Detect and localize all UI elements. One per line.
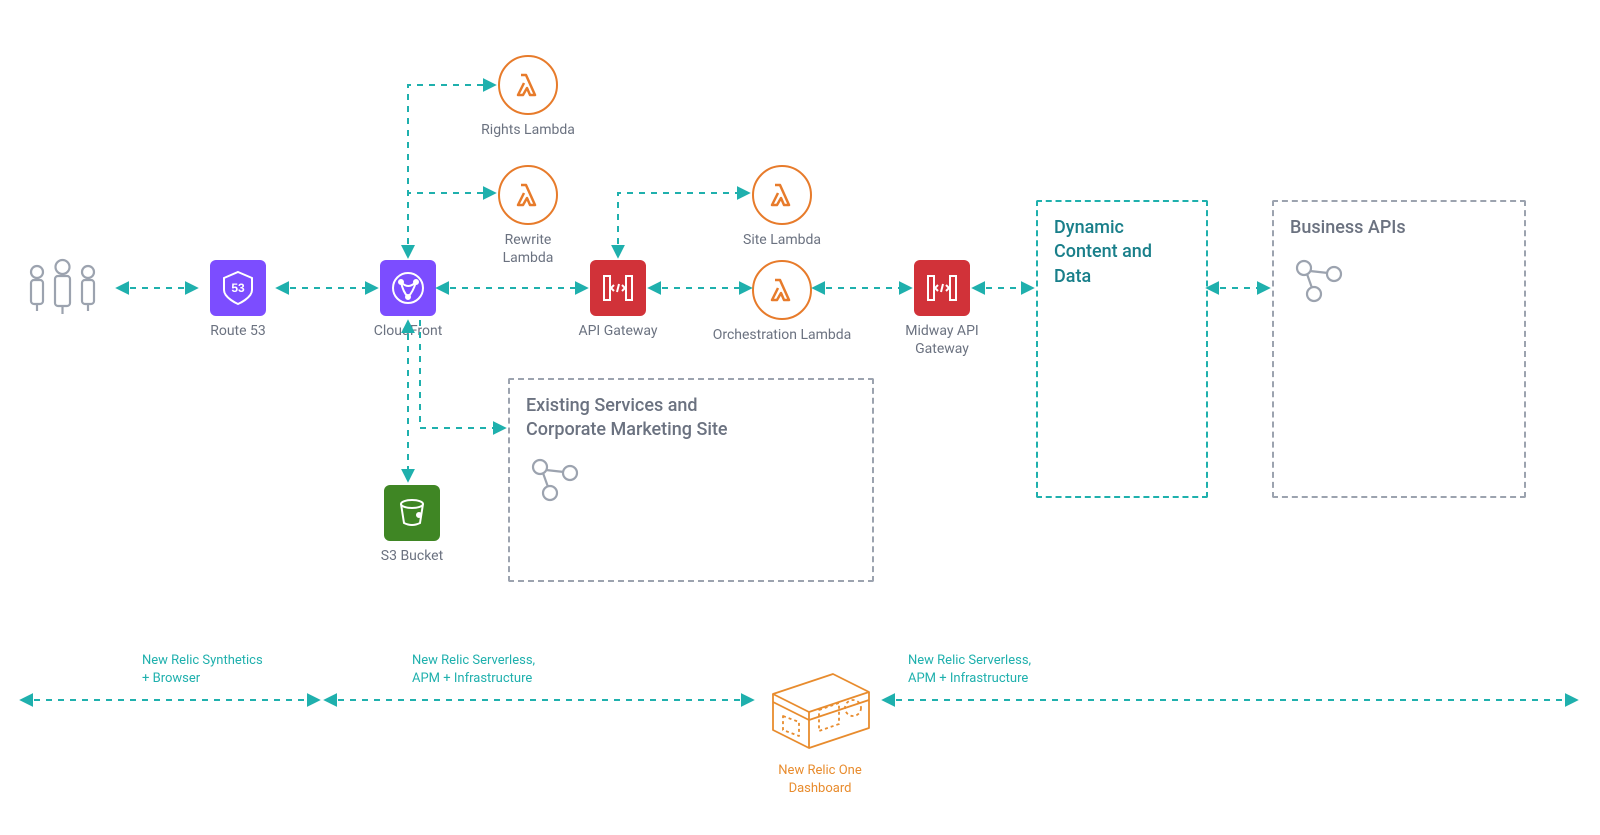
bottom-connectors xyxy=(0,0,1600,835)
